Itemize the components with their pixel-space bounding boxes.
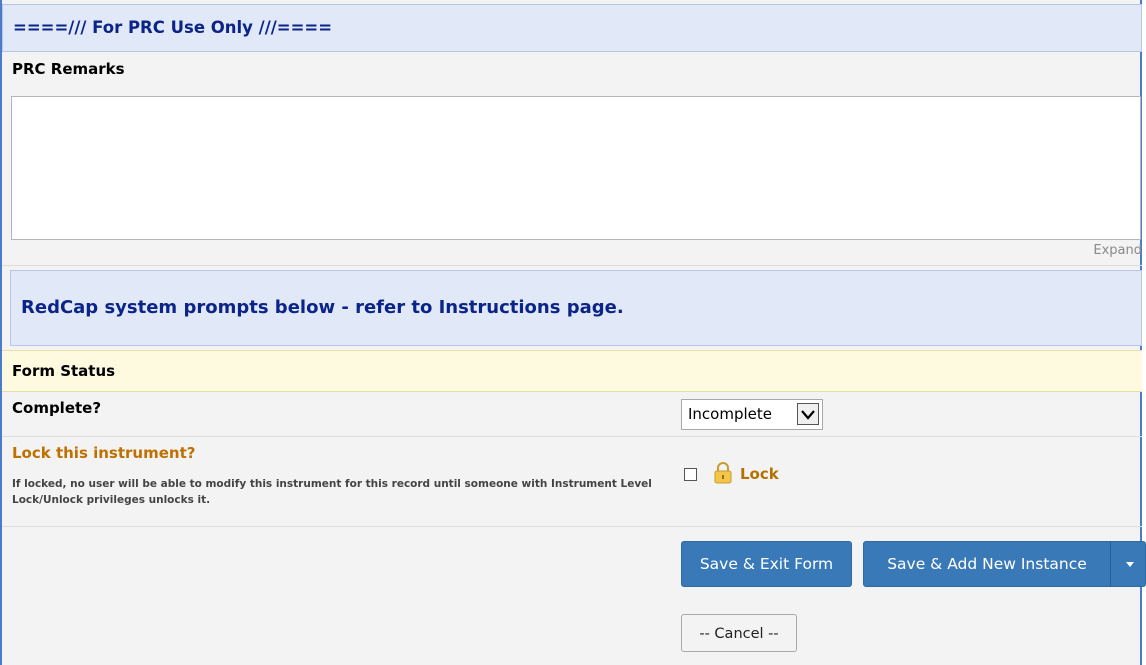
instructions-notice-text: RedCap system prompts below - refer to I… [21,297,624,318]
prc-remarks-label: PRC Remarks [12,60,125,78]
save-exit-form-button[interactable]: Save & Exit Form [681,541,852,587]
save-add-new-instance-button[interactable]: Save & Add New Instance [863,541,1111,587]
caret-down-icon [1126,562,1134,567]
lock-checkbox-label[interactable]: Lock [740,465,779,483]
complete-status-value: Incomplete [688,405,772,423]
prc-remarks-textarea[interactable] [11,96,1141,240]
expand-link[interactable]: Expand [1093,243,1142,258]
divider [2,436,1142,437]
save-options-dropdown-button[interactable] [1110,541,1146,587]
form-status-header: Form Status [2,350,1142,392]
divider [2,265,1142,266]
instructions-notice: RedCap system prompts below - refer to I… [10,270,1142,346]
divider [2,526,1142,527]
cancel-button[interactable]: -- Cancel -- [681,614,797,652]
lock-checkbox[interactable] [684,468,697,481]
complete-label: Complete? [12,399,102,417]
form-status-title: Form Status [12,362,116,380]
complete-status-select[interactable]: Incomplete [681,399,823,430]
chevron-down-icon[interactable] [797,403,819,425]
lock-instrument-label: Lock this instrument? [12,444,196,462]
lock-instrument-note: If locked, no user will be able to modif… [12,478,652,506]
padlock-icon [713,462,733,484]
section-header: ====/// For PRC Use Only ///==== [2,4,1142,52]
section-header-title: ====/// For PRC Use Only ///==== [13,18,333,37]
